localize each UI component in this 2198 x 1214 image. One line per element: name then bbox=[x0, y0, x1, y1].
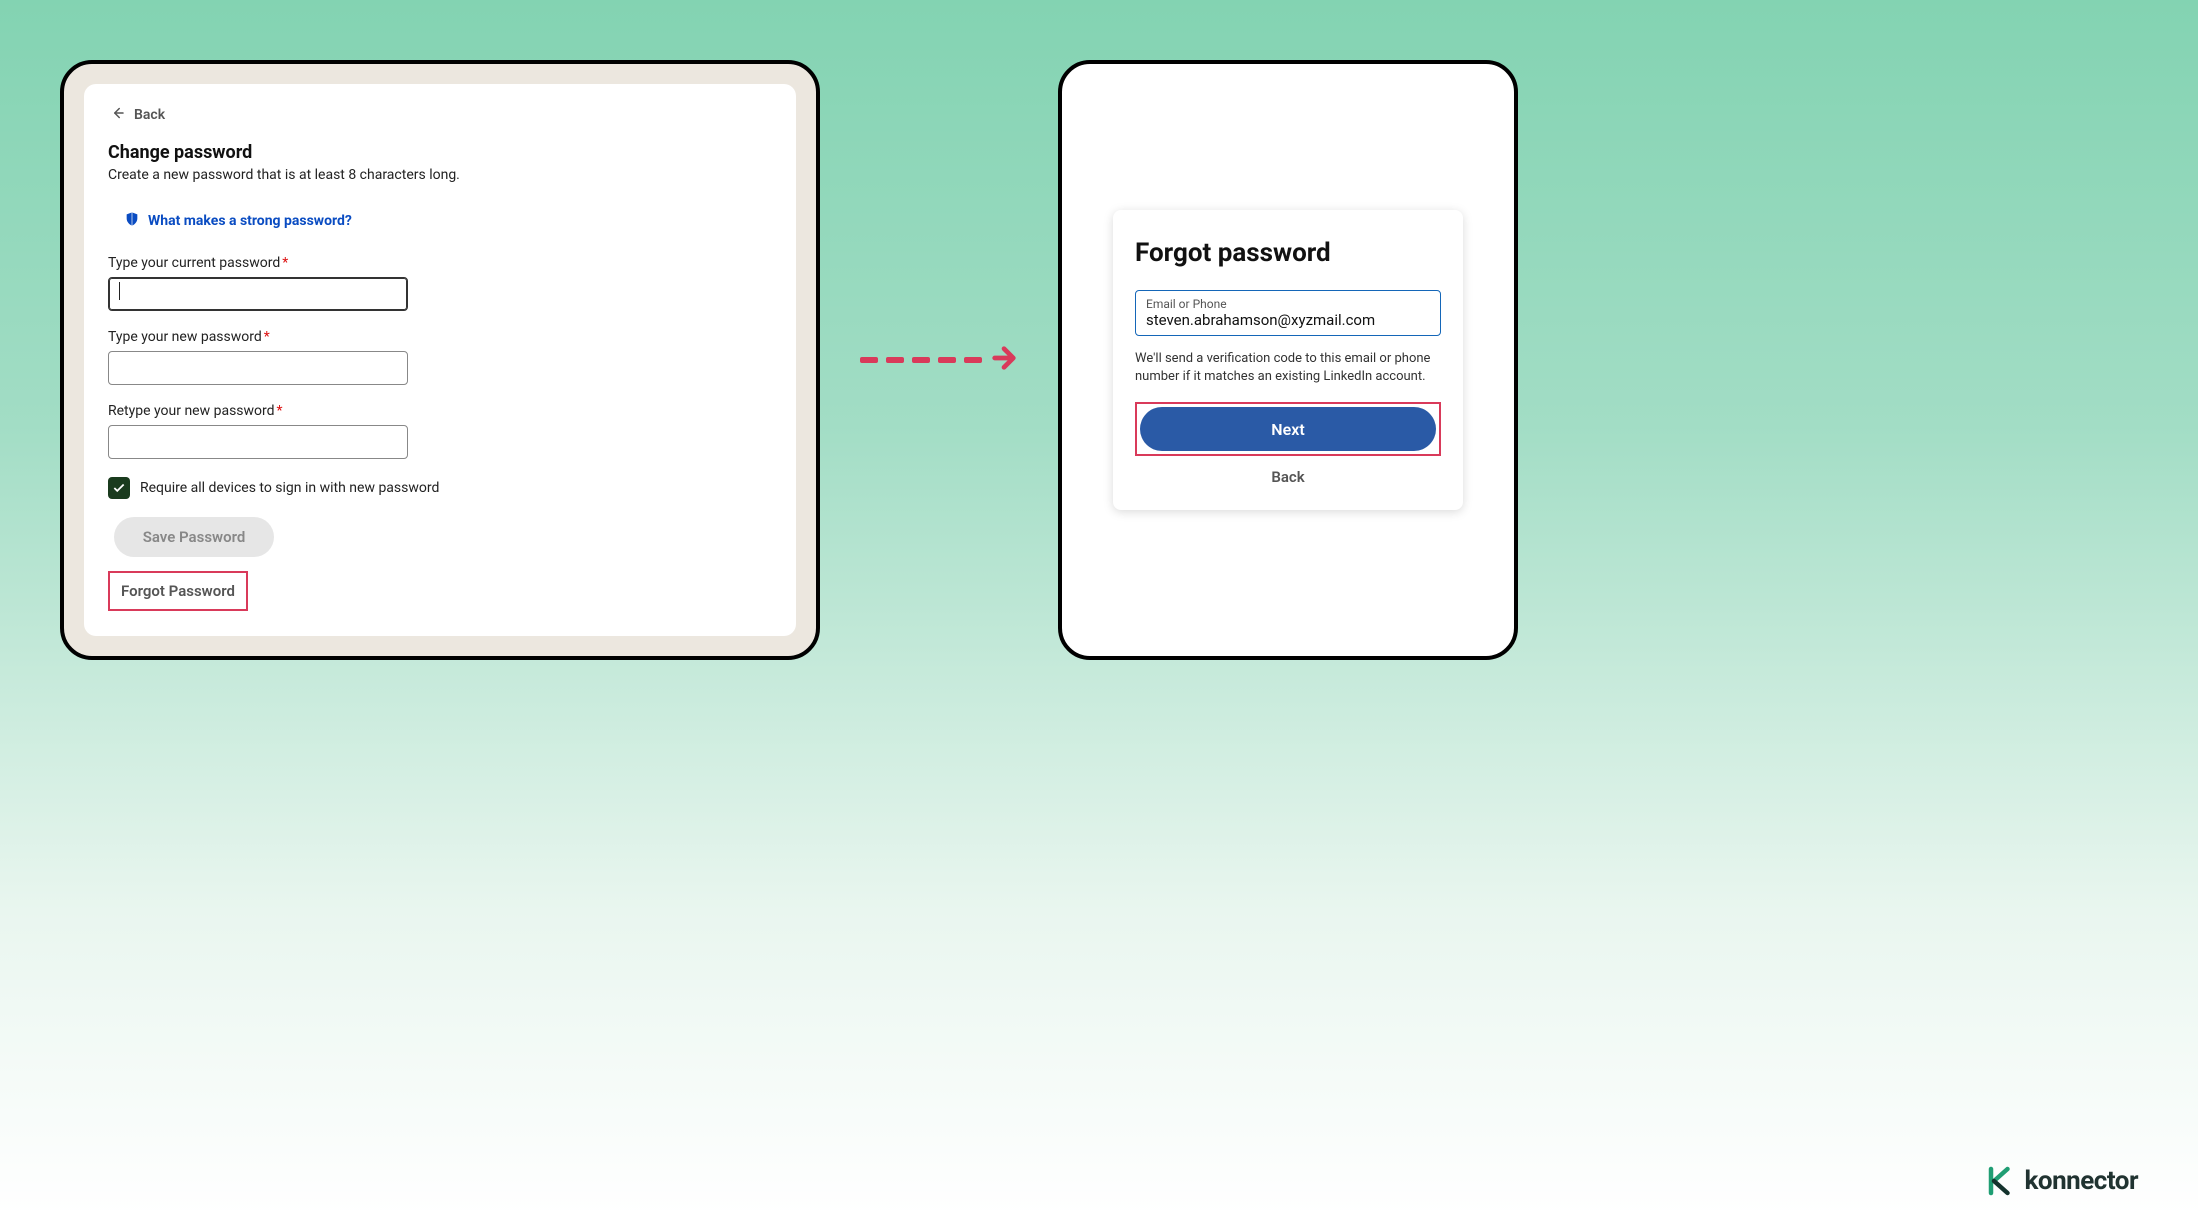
require-devices-checkbox[interactable] bbox=[108, 477, 130, 499]
back-label: Back bbox=[134, 107, 165, 123]
arrow-dash-icon bbox=[964, 357, 982, 363]
strong-password-label: What makes a strong password? bbox=[148, 213, 352, 229]
strong-password-link[interactable]: What makes a strong password? bbox=[124, 211, 772, 231]
new-password-label: Type your new password* bbox=[108, 329, 772, 345]
retype-password-label: Retype your new password* bbox=[108, 403, 772, 419]
brand-logo: konnector bbox=[1985, 1166, 2138, 1196]
arrow-dash-icon bbox=[886, 357, 904, 363]
email-phone-label: Email or Phone bbox=[1146, 297, 1430, 311]
change-password-card: Back Change password Create a new passwo… bbox=[84, 84, 796, 636]
back-button[interactable]: Back bbox=[108, 104, 772, 126]
email-phone-value: steven.abrahamson@xyzmail.com bbox=[1146, 311, 1430, 329]
arrow-dash-icon bbox=[938, 357, 956, 363]
forgot-password-panel: Forgot password Email or Phone steven.ab… bbox=[1058, 60, 1518, 660]
page-subtitle: Create a new password that is at least 8… bbox=[108, 167, 772, 183]
brand-name: konnector bbox=[2025, 1166, 2138, 1196]
forgot-password-button[interactable]: Forgot Password bbox=[108, 571, 248, 611]
flow-arrow bbox=[860, 344, 1018, 376]
page-title: Change password bbox=[108, 142, 772, 163]
retype-password-input[interactable] bbox=[108, 425, 408, 459]
email-phone-input[interactable]: Email or Phone steven.abrahamson@xyzmail… bbox=[1135, 290, 1441, 336]
forgot-description: We'll send a verification code to this e… bbox=[1135, 350, 1441, 386]
require-devices-label: Require all devices to sign in with new … bbox=[140, 480, 439, 496]
current-password-input[interactable] bbox=[108, 277, 408, 311]
arrow-right-icon bbox=[990, 344, 1018, 376]
forgot-title: Forgot password bbox=[1135, 238, 1441, 268]
new-password-input[interactable] bbox=[108, 351, 408, 385]
shield-icon bbox=[124, 211, 140, 231]
forgot-back-button[interactable]: Back bbox=[1135, 468, 1441, 486]
current-password-label: Type your current password* bbox=[108, 255, 772, 271]
brand-mark-icon bbox=[1985, 1166, 2015, 1196]
arrow-left-icon bbox=[108, 104, 126, 126]
save-password-button[interactable]: Save Password bbox=[114, 517, 274, 557]
next-button-highlight: Next bbox=[1135, 402, 1441, 456]
next-button[interactable]: Next bbox=[1140, 407, 1436, 451]
arrow-dash-icon bbox=[912, 357, 930, 363]
arrow-dash-icon bbox=[860, 357, 878, 363]
forgot-password-card: Forgot password Email or Phone steven.ab… bbox=[1113, 210, 1463, 510]
change-password-panel: Back Change password Create a new passwo… bbox=[60, 60, 820, 660]
